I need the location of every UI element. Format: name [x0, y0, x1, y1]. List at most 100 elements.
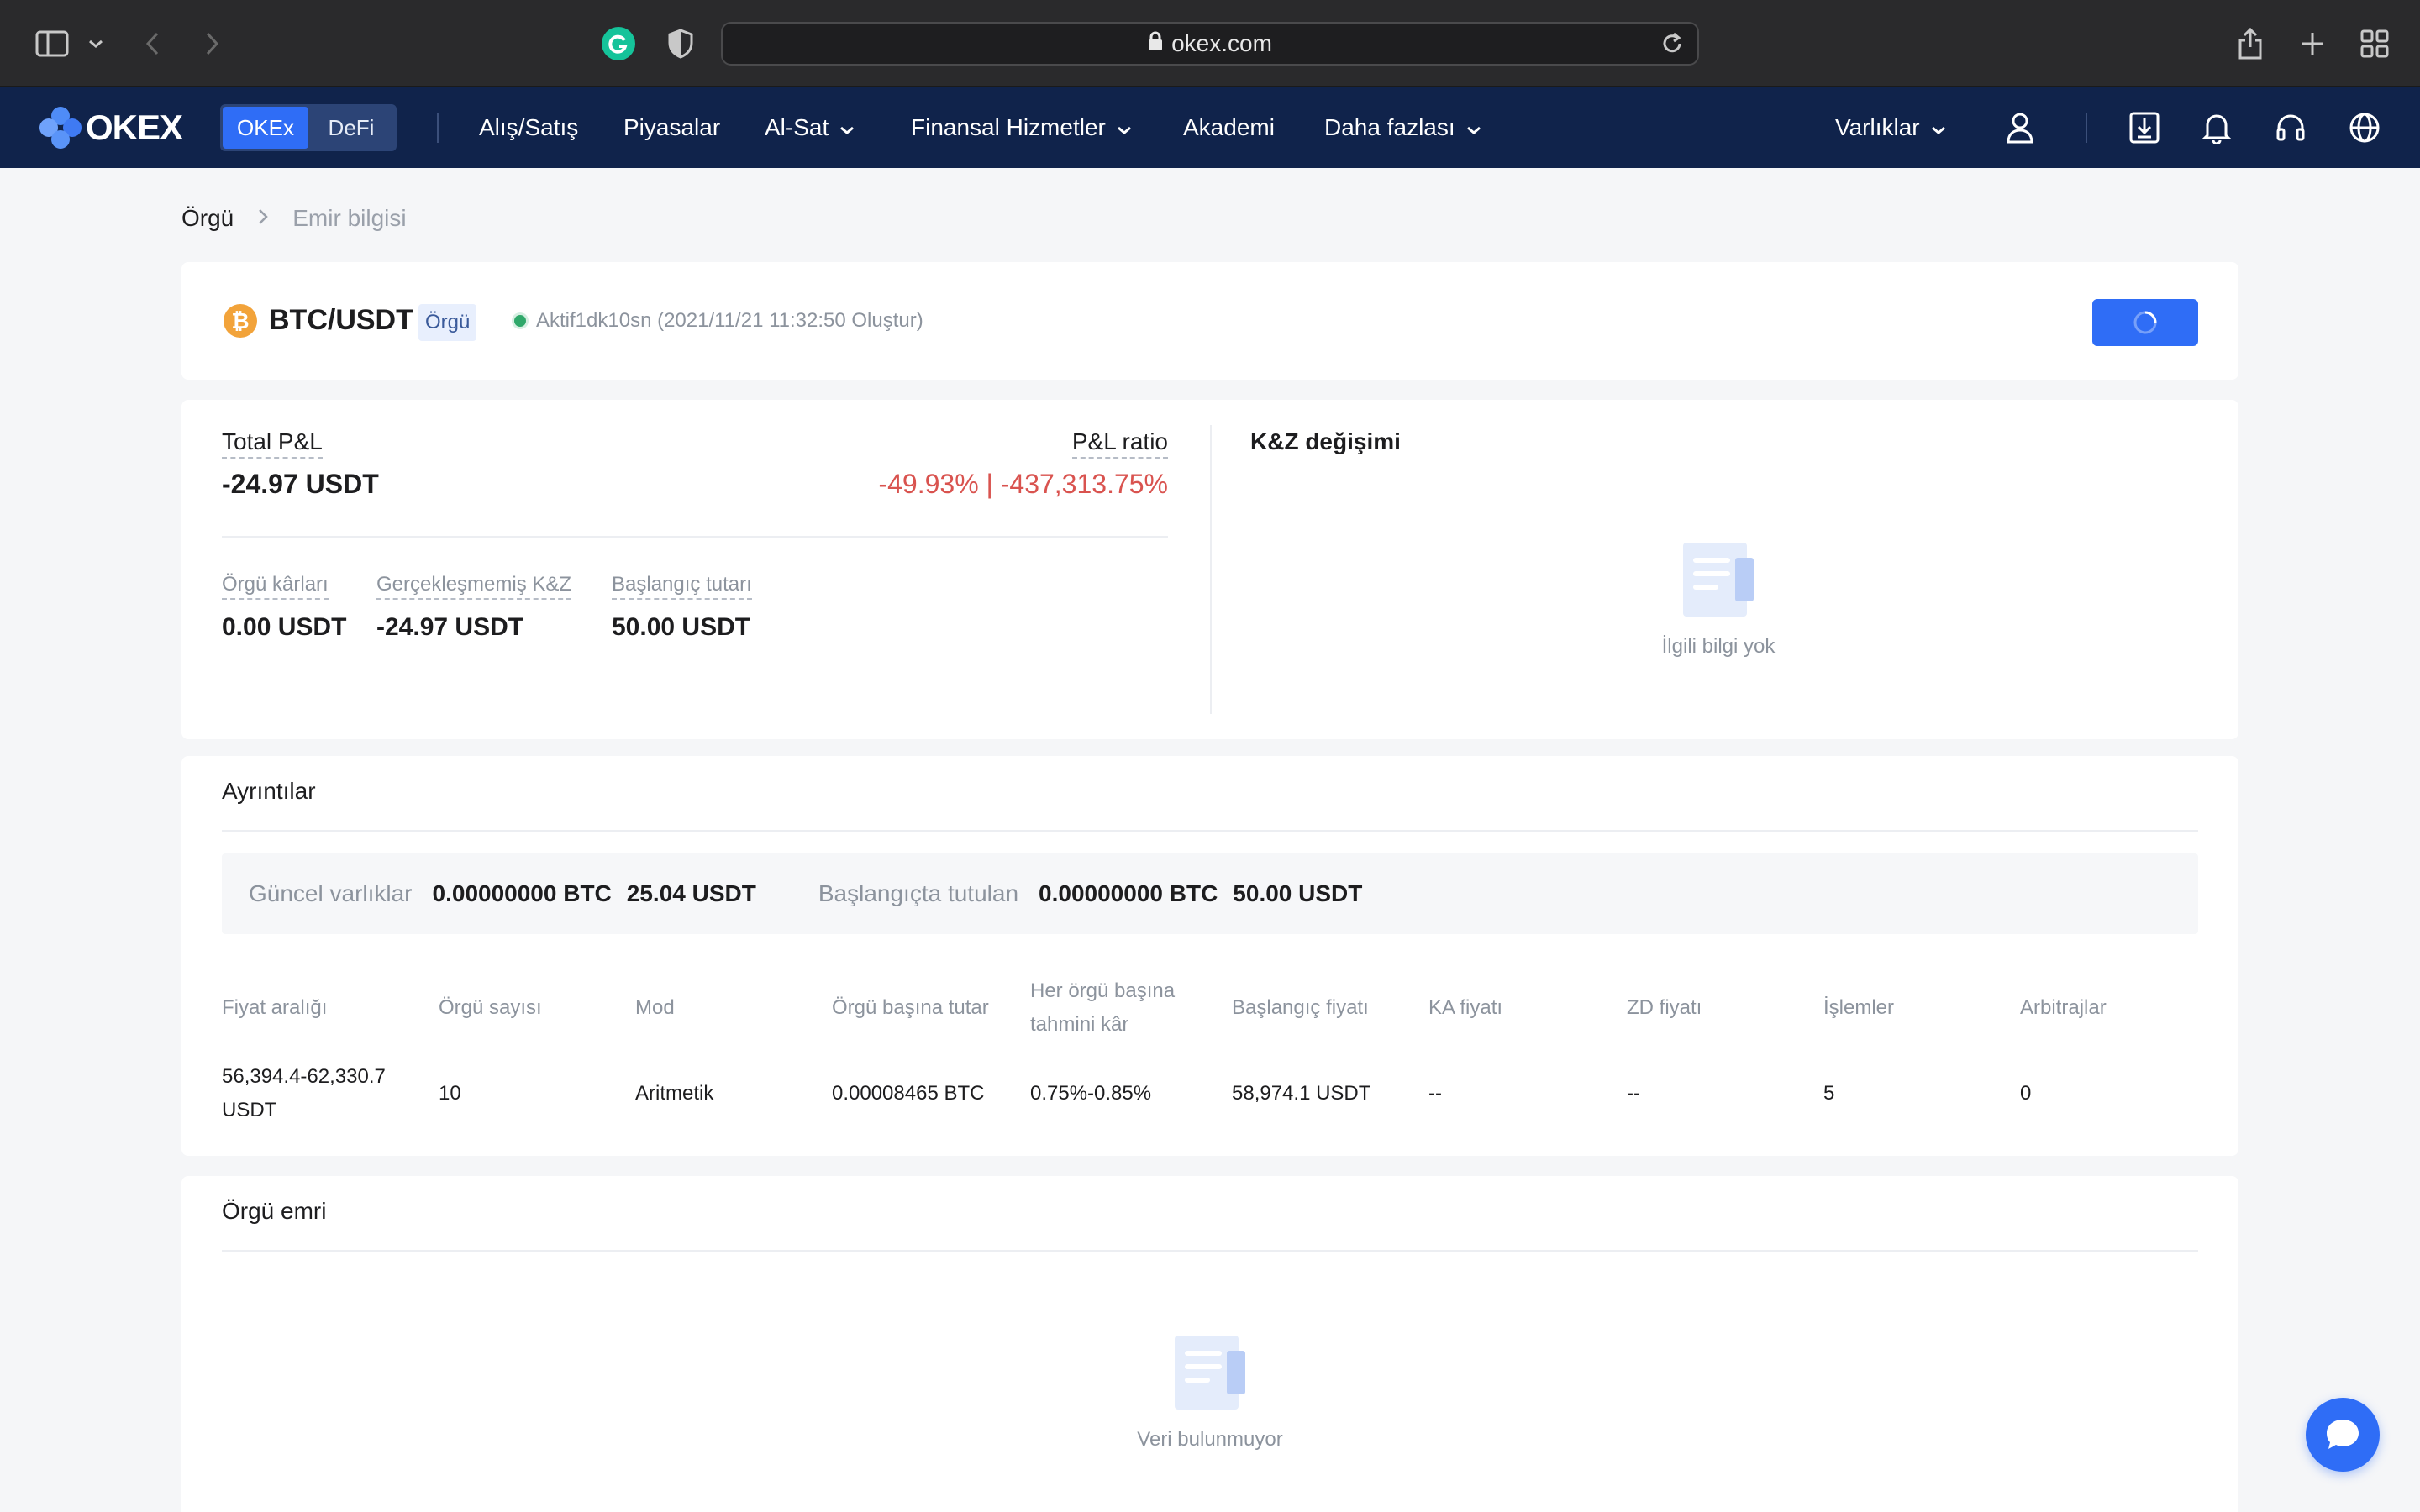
col-sl-price: ZD fiyatı: [1627, 991, 1702, 1025]
grid-profit-value: 0.00 USDT: [222, 613, 347, 641]
details-title: Ayrıntılar: [222, 778, 316, 804]
user-icon[interactable]: [2000, 108, 2040, 148]
browser-toolbar: okex.com: [0, 0, 2420, 87]
col-mode: Mod: [635, 991, 675, 1025]
col-grid-count-label: Örgü sayısı: [439, 996, 542, 1019]
brand-name: OKEX: [86, 108, 183, 147]
nav-markets[interactable]: Piyasalar: [623, 111, 720, 144]
col-est-profit-line2: tahmini kâr: [1030, 1013, 1129, 1036]
nav-academy[interactable]: Akademi: [1183, 111, 1275, 144]
initial-amount-label[interactable]: Başlangıç tutarı: [612, 573, 752, 600]
col-grid-count: Örgü sayısı: [439, 991, 542, 1025]
status-dot-icon: [514, 315, 526, 327]
strategy-tag: Örgü: [418, 304, 477, 341]
okex-logo-icon: [39, 107, 82, 149]
grid-orders-title: Örgü emri: [222, 1198, 327, 1224]
initial-usdt-value: 50.00 USDT: [1233, 880, 1363, 906]
pnl-ratio-label[interactable]: P&L ratio: [1071, 428, 1168, 459]
col-trades: İşlemler: [1823, 991, 1894, 1025]
forward-arrow-icon[interactable]: [192, 24, 232, 64]
pnl-change-empty-state: İlgili bilgi yok: [1639, 539, 1798, 659]
grammarly-icon[interactable]: [598, 24, 639, 64]
cell-tp-price: --: [1428, 1082, 1442, 1105]
details-card: Ayrıntılar Güncel varlıklar 0.00000000 B…: [182, 756, 2238, 1156]
back-arrow-icon[interactable]: [133, 24, 173, 64]
action-button-loading[interactable]: [2092, 299, 2198, 346]
globe-icon[interactable]: [2344, 108, 2385, 148]
col-price-range: Fiyat aralığı: [222, 991, 327, 1025]
nav-trade-label: Al-Sat: [765, 114, 829, 140]
cell-price-range: 56,394.4-62,330.7 USDT: [222, 1060, 386, 1127]
nav-more[interactable]: Daha fazlası: [1324, 111, 1482, 144]
bell-icon[interactable]: [2196, 108, 2237, 148]
platform-switch: OKEx DeFi: [220, 104, 397, 151]
new-tab-plus-icon[interactable]: [2292, 24, 2333, 64]
col-arbitrages-label: Arbitrajlar: [2020, 996, 2107, 1019]
tab-overview-icon[interactable]: [2354, 24, 2395, 64]
chat-support-button[interactable]: [2306, 1398, 2380, 1472]
pnl-card: Total P&L -24.97 USDT P&L ratio -49.93% …: [182, 400, 2238, 739]
total-pnl-value: -24.97 USDT: [222, 469, 379, 499]
chat-bubble-icon: [2327, 1420, 2359, 1449]
cell-grid-count: 10: [439, 1082, 461, 1105]
col-sl-price-label: ZD fiyatı: [1627, 996, 1702, 1019]
platform-defi-tab[interactable]: DeFi: [308, 107, 394, 149]
col-amount-per-grid: Örgü başına tutar: [832, 991, 989, 1025]
nav-assets[interactable]: Varlıklar: [1835, 111, 1947, 144]
col-est-profit-per-grid: Her örgü başına tahmini kâr: [1030, 974, 1175, 1042]
pnl-ratio-value: -49.93% | -437,313.75%: [878, 469, 1168, 499]
share-icon[interactable]: [2230, 24, 2270, 64]
platform-okex-tab[interactable]: OKEx: [223, 107, 308, 149]
chevron-down-icon[interactable]: [76, 24, 116, 64]
chevron-right-icon: [257, 206, 269, 232]
nav-financial-services[interactable]: Finansal Hizmetler: [911, 111, 1133, 144]
order-status-text: Aktif1dk10sn (2021/11/21 11:32:50 Oluştu…: [536, 309, 923, 332]
chevron-down-icon: [1116, 114, 1133, 141]
col-start-price-label: Başlangıç fiyatı: [1232, 996, 1369, 1019]
unrealized-pnl-metric: Gerçekleşmemiş K&Z -24.97 USDT: [376, 573, 572, 642]
nav-financial-services-label: Finansal Hizmetler: [911, 114, 1106, 140]
cell-mode: Aritmetik: [635, 1082, 714, 1105]
col-arbitrages: Arbitrajlar: [2020, 991, 2107, 1025]
order-header-card: ₿ BTC/USDT Örgü Aktif1dk10sn (2021/11/21…: [182, 262, 2238, 380]
current-btc-value: 0.00000000 BTC: [432, 880, 612, 906]
pnl-change-empty-text: İlgili bilgi yok: [1661, 635, 1776, 658]
reload-icon[interactable]: [1659, 30, 1686, 63]
breadcrumb-root[interactable]: Örgü: [182, 205, 234, 232]
order-status: Aktif1dk10sn (2021/11/21 11:32:50 Oluştu…: [514, 309, 923, 333]
okex-logo[interactable]: OKEX: [39, 107, 183, 149]
initial-amount-metric: Başlangıç tutarı 50.00 USDT: [612, 573, 752, 642]
cell-trades: 5: [1823, 1082, 1835, 1105]
grid-profit-label[interactable]: Örgü kârları: [222, 573, 329, 600]
address-bar[interactable]: okex.com: [721, 22, 1699, 66]
current-usdt-value: 25.04 USDT: [626, 880, 756, 906]
cell-est-profit-per-grid: 0.75%-0.85%: [1030, 1082, 1152, 1105]
breadcrumb-current: Emir bilgisi: [292, 205, 407, 231]
download-icon[interactable]: [2124, 108, 2165, 148]
nav-markets-label: Piyasalar: [623, 114, 721, 140]
nav-divider: [437, 113, 439, 143]
grid-orders-card: Örgü emri Veri bulunmuyor: [182, 1176, 2238, 1512]
cell-amount-per-grid: 0.00008465 BTC: [832, 1082, 985, 1105]
nav-divider: [2086, 113, 2087, 143]
initial-btc-value: 0.00000000 BTC: [1039, 880, 1218, 906]
unrealized-pnl-label[interactable]: Gerçekleşmemiş K&Z: [376, 573, 572, 600]
pnl-change-title: K&Z değişimi: [1250, 428, 1401, 454]
assets-summary: Güncel varlıklar 0.00000000 BTC 25.04 US…: [222, 853, 2198, 934]
url-text: okex.com: [1171, 30, 1272, 56]
nav-buy-sell-label: Alış/Satış: [479, 114, 579, 140]
grid-orders-empty-text: Veri bulunmuyor: [1137, 1428, 1283, 1451]
lock-icon: [1148, 30, 1163, 57]
privacy-shield-icon[interactable]: [660, 24, 701, 64]
nav-buy-sell[interactable]: Alış/Satış: [479, 111, 578, 144]
total-pnl-label[interactable]: Total P&L: [222, 428, 323, 459]
headset-icon[interactable]: [2270, 108, 2311, 148]
nav-trade[interactable]: Al-Sat: [765, 111, 855, 144]
sidebar-toggle-icon[interactable]: [32, 24, 72, 64]
chevron-down-icon: [1465, 114, 1482, 141]
initial-amount-value: 50.00 USDT: [612, 613, 751, 641]
col-trades-label: İşlemler: [1823, 996, 1895, 1019]
site-navbar: OKEX OKEx DeFi Alış/Satış Piyasalar Al-S…: [0, 87, 2420, 168]
current-assets-label: Güncel varlıklar: [249, 880, 413, 906]
loading-spinner-icon: [2133, 311, 2157, 334]
